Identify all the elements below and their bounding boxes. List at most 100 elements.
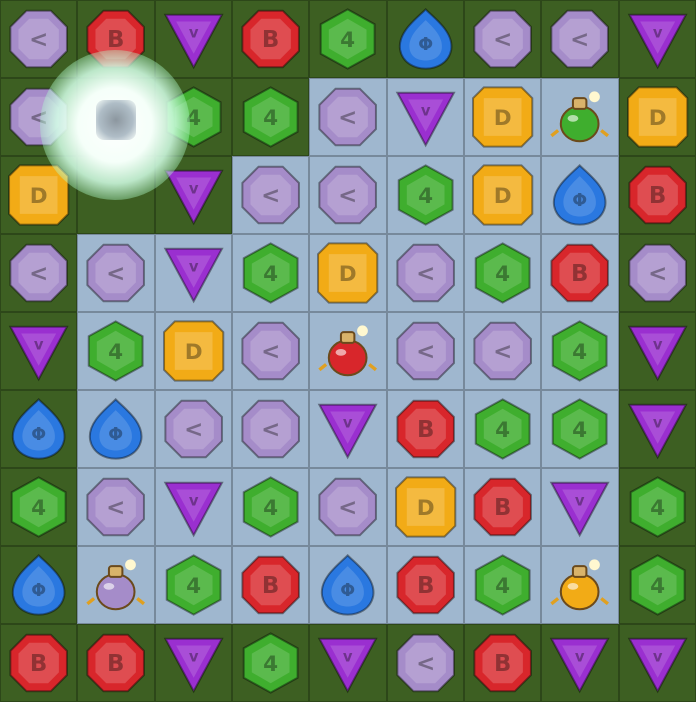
purple-octagon-gem[interactable]: < <box>82 473 149 541</box>
purple-octagon-gem[interactable]: < <box>314 473 381 541</box>
yellow-square-gem[interactable]: D <box>469 83 536 151</box>
purple-octagon-gem[interactable]: < <box>314 83 381 151</box>
purple-octagon-gem[interactable]: < <box>314 161 381 229</box>
purple-octagon-gem[interactable]: < <box>82 239 149 307</box>
red-octagon-gem[interactable]: B <box>82 629 149 697</box>
svg-text:4: 4 <box>263 262 278 287</box>
blue-drop-gem[interactable]: Φ <box>5 551 72 619</box>
red-octagon-gem[interactable]: B <box>469 629 536 697</box>
yellow-square-gem[interactable]: D <box>314 239 381 307</box>
svg-text:v: v <box>34 337 44 354</box>
green-hexagon-gem[interactable]: 4 <box>546 317 613 385</box>
svg-text:<: < <box>106 261 125 287</box>
yellow-square-gem[interactable]: D <box>392 473 459 541</box>
purple-octagon-gem[interactable]: < <box>546 5 613 73</box>
svg-text:<: < <box>338 183 357 209</box>
green-hexagon-gem[interactable]: 4 <box>624 473 691 541</box>
svg-text:<: < <box>493 339 512 365</box>
violet-triangle-gem[interactable]: v <box>160 161 227 229</box>
purple-octagon-gem[interactable]: < <box>469 317 536 385</box>
yellow-square-gem[interactable]: D <box>160 317 227 385</box>
violet-triangle-gem[interactable]: v <box>624 629 691 697</box>
svg-text:<: < <box>261 339 280 365</box>
green-hexagon-gem[interactable]: 4 <box>5 473 72 541</box>
purple-octagon-gem[interactable]: < <box>5 5 72 73</box>
red-octagon-gem[interactable]: B <box>392 395 459 463</box>
blue-drop-gem[interactable]: Φ <box>314 551 381 619</box>
violet-triangle-gem[interactable]: v <box>546 629 613 697</box>
purple-octagon-gem[interactable]: < <box>469 5 536 73</box>
svg-text:4: 4 <box>418 184 433 209</box>
violet-triangle-gem[interactable]: v <box>160 473 227 541</box>
blue-drop-gem[interactable]: Φ <box>392 5 459 73</box>
blue-drop-gem[interactable]: Φ <box>5 395 72 463</box>
purple-octagon-gem[interactable]: < <box>624 239 691 307</box>
purple-octagon-gem[interactable]: < <box>392 317 459 385</box>
purple-octagon-gem[interactable]: < <box>392 239 459 307</box>
yellow-potion[interactable] <box>546 551 613 619</box>
red-octagon-gem[interactable]: B <box>392 551 459 619</box>
violet-triangle-gem[interactable]: v <box>160 239 227 307</box>
svg-text:B: B <box>571 261 588 287</box>
red-octagon-gem[interactable]: B <box>546 239 613 307</box>
violet-triangle-gem[interactable]: v <box>314 629 381 697</box>
yellow-square-gem[interactable]: D <box>5 161 72 229</box>
green-hexagon-gem[interactable]: 4 <box>237 473 304 541</box>
purple-octagon-gem[interactable]: < <box>160 395 227 463</box>
purple-octagon-gem[interactable]: < <box>5 83 72 151</box>
violet-triangle-gem[interactable]: v <box>314 395 381 463</box>
red-octagon-gem[interactable]: B <box>624 161 691 229</box>
violet-triangle-gem[interactable]: v <box>624 5 691 73</box>
green-potion[interactable] <box>546 83 613 151</box>
yellow-square-gem[interactable]: D <box>624 83 691 151</box>
svg-text:B: B <box>107 27 124 53</box>
green-hexagon-gem[interactable]: 4 <box>237 239 304 307</box>
svg-text:D: D <box>416 496 434 521</box>
red-octagon-gem[interactable]: B <box>5 629 72 697</box>
violet-triangle-gem[interactable]: v <box>160 5 227 73</box>
violet-triangle-gem[interactable]: v <box>160 629 227 697</box>
purple-octagon-gem[interactable]: < <box>392 629 459 697</box>
red-octagon-gem[interactable]: B <box>82 5 149 73</box>
violet-triangle-gem[interactable]: v <box>624 395 691 463</box>
red-octagon-gem[interactable]: B <box>469 473 536 541</box>
svg-text:Φ: Φ <box>109 425 124 445</box>
svg-text:Φ: Φ <box>341 581 356 601</box>
violet-triangle-gem[interactable]: v <box>5 317 72 385</box>
green-hexagon-gem[interactable]: 4 <box>469 239 536 307</box>
explosion-core <box>96 100 136 140</box>
svg-text:<: < <box>338 105 357 131</box>
red-octagon-gem[interactable]: B <box>237 5 304 73</box>
svg-text:v: v <box>188 25 198 42</box>
green-hexagon-gem[interactable]: 4 <box>469 551 536 619</box>
blue-drop-gem[interactable]: Φ <box>82 395 149 463</box>
green-hexagon-gem[interactable]: 4 <box>82 317 149 385</box>
green-hexagon-gem[interactable]: 4 <box>160 83 227 151</box>
svg-text:v: v <box>652 25 662 42</box>
purple-octagon-gem[interactable]: < <box>237 161 304 229</box>
red-potion[interactable] <box>314 317 381 385</box>
green-hexagon-gem[interactable]: 4 <box>237 629 304 697</box>
green-hexagon-gem[interactable]: 4 <box>624 551 691 619</box>
green-hexagon-gem[interactable]: 4 <box>546 395 613 463</box>
green-hexagon-gem[interactable]: 4 <box>314 5 381 73</box>
purple-octagon-gem[interactable]: < <box>5 239 72 307</box>
red-octagon-gem[interactable]: B <box>237 551 304 619</box>
violet-triangle-gem[interactable]: v <box>546 473 613 541</box>
green-hexagon-gem[interactable]: 4 <box>469 395 536 463</box>
green-hexagon-gem[interactable]: 4 <box>392 161 459 229</box>
violet-triangle-gem[interactable]: v <box>392 83 459 151</box>
svg-text:v: v <box>420 103 430 120</box>
purple-potion[interactable] <box>82 551 149 619</box>
svg-text:v: v <box>575 649 585 666</box>
purple-octagon-gem[interactable]: < <box>237 317 304 385</box>
board-cell[interactable] <box>77 156 155 234</box>
green-hexagon-gem[interactable]: 4 <box>160 551 227 619</box>
green-hexagon-gem[interactable]: 4 <box>237 83 304 151</box>
blue-drop-gem[interactable]: Φ <box>546 161 613 229</box>
svg-text:4: 4 <box>109 340 124 365</box>
violet-triangle-gem[interactable]: v <box>624 317 691 385</box>
yellow-square-gem[interactable]: D <box>469 161 536 229</box>
purple-octagon-gem[interactable]: < <box>237 395 304 463</box>
svg-text:B: B <box>649 183 666 209</box>
